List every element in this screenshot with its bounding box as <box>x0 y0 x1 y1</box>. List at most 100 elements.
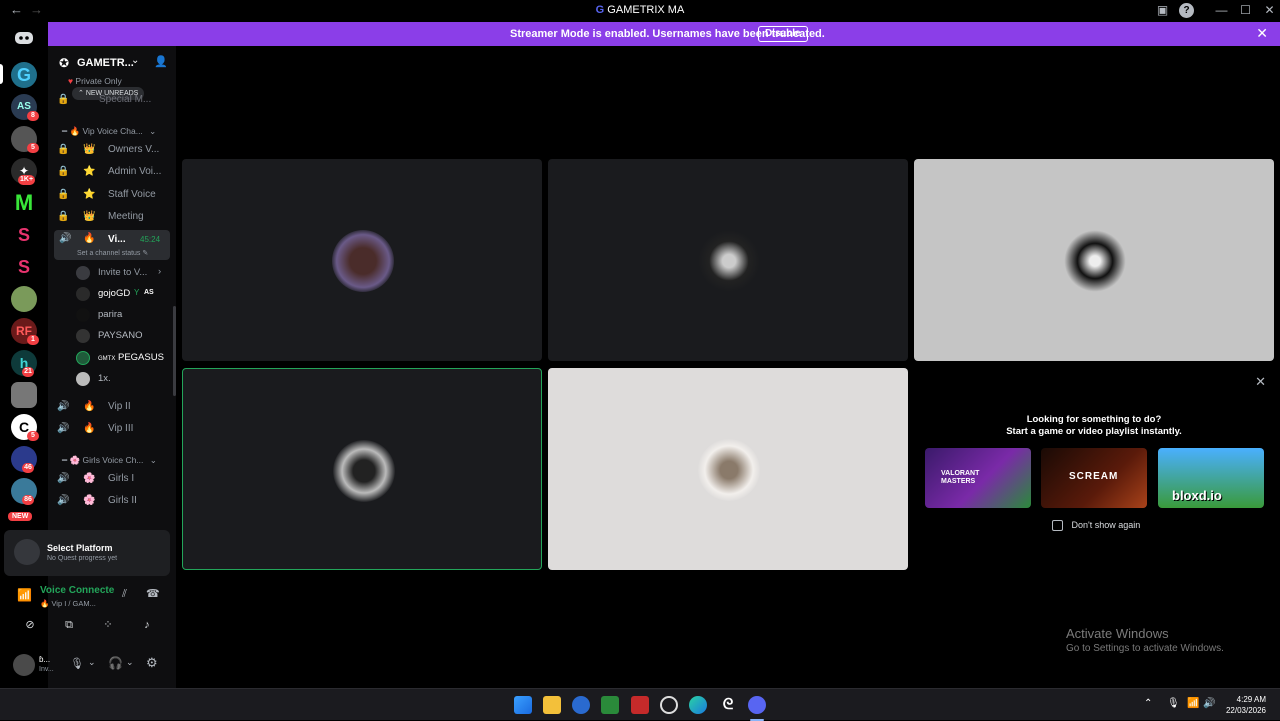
quest-title: Select Platform <box>47 543 113 553</box>
channel-staff-voice[interactable]: 🔒 ⭐ Staff Voice <box>57 185 174 205</box>
browser-globe-icon[interactable] <box>572 696 590 714</box>
noise-suppression-icon[interactable]: ⫽ <box>122 588 127 601</box>
server-s-icon[interactable]: S <box>11 222 37 248</box>
participant-avatar <box>698 439 760 501</box>
channel-vip-iii[interactable]: 🔊 🔥 Vip III <box>57 419 174 439</box>
edge-icon[interactable] <box>689 696 707 714</box>
channel-vip-active[interactable]: 🔊 🔥 Vi... 45:24 Set a channel status ✎ <box>54 230 170 260</box>
server-gametrix-icon[interactable]: G <box>11 62 37 88</box>
channel-girls-ii[interactable]: 🔊 🌸 Girls II <box>57 491 174 511</box>
flower-icon: 🌸 <box>69 455 81 465</box>
help-icon[interactable]: ? <box>1179 3 1194 18</box>
voice-member[interactable]: gojoGD Y AS <box>76 284 172 304</box>
voice-status[interactable]: Voice Connecte <box>40 585 114 596</box>
channel-special[interactable]: 🔒 Special M... <box>57 90 174 110</box>
openai-icon[interactable] <box>660 696 678 714</box>
voice-member[interactable]: parira <box>76 305 172 325</box>
maximize-icon[interactable]: ☐ <box>1238 3 1253 18</box>
channel-owners-voice[interactable]: 🔒 👑 Owners V... <box>57 140 174 160</box>
minimize-icon[interactable]: — <box>1214 3 1229 18</box>
voice-member[interactable]: 1x. <box>76 369 172 389</box>
channel-label: Girls II <box>108 495 137 506</box>
add-member-icon[interactable]: 👤 <box>154 55 168 68</box>
channel-meeting[interactable]: 🔒 👑 Meeting <box>57 207 174 227</box>
soundboard-icon[interactable]: ♪ <box>129 615 165 635</box>
close-window-icon[interactable]: ✕ <box>1262 3 1277 18</box>
guild-header[interactable]: ✪ GAMETR... ⌄ 👤 <box>48 46 176 78</box>
channel-label: Staff Voice <box>108 189 156 200</box>
discord-home-icon[interactable] <box>11 25 37 51</box>
taskbar-clock[interactable]: 4:29 AM 22/03/2026 <box>1226 694 1266 716</box>
member-name: PAYSANO <box>98 330 143 341</box>
voice-member[interactable]: GMTX PEGASUS <box>76 348 172 368</box>
participant-avatar <box>333 440 395 502</box>
screen-share-icon[interactable]: ⧉ <box>51 615 87 635</box>
channel-girls-i[interactable]: 🔊 🌸 Girls I <box>57 469 174 489</box>
checkbox[interactable] <box>1052 520 1063 532</box>
collapse-icon: ━ <box>62 126 68 136</box>
participant-tile[interactable] <box>914 159 1274 361</box>
dont-show-again[interactable]: Don't show again <box>1052 520 1140 532</box>
voice-channel-info[interactable]: 🔥 Vip I / GAM... <box>40 599 96 608</box>
game-card-valorant[interactable]: VALORANT MASTERS <box>925 448 1031 508</box>
activities-icon[interactable]: ⁘ <box>90 615 126 635</box>
server-s2-icon[interactable]: S <box>11 254 37 280</box>
microphone-icon[interactable]: 🎙 <box>70 657 84 670</box>
voice-member[interactable]: PAYSANO <box>76 326 172 346</box>
clock-time: 4:29 AM <box>1236 695 1266 704</box>
participant-tile[interactable] <box>548 368 908 570</box>
nvidia-icon[interactable] <box>601 696 619 714</box>
quest-card[interactable]: Select Platform No Quest progress yet <box>4 530 170 576</box>
invite-to-voice[interactable]: Invite to V... › <box>76 263 172 283</box>
channel-emoji: 👑 <box>83 144 96 155</box>
channel-vip-ii[interactable]: 🔊 🔥 Vip II <box>57 397 174 417</box>
server-grey-icon[interactable] <box>11 382 37 408</box>
avatar <box>76 308 90 322</box>
category-girls-voice[interactable]: ━ 🌸 Girls Voice Ch... ⌄ <box>62 455 157 466</box>
category-private[interactable]: ♥ Private Only <box>68 76 122 86</box>
channel-label: Meeting <box>108 211 144 222</box>
game-name: SCREAM <box>1069 471 1119 482</box>
heart-icon: ♥ <box>68 76 74 86</box>
server-m-icon[interactable]: M <box>11 190 37 216</box>
flame-icon: 🔥 <box>40 599 50 608</box>
category-vip-voice[interactable]: ━ 🔥 Vip Voice Cha... ⌄ <box>62 126 156 137</box>
channel-admin-voice[interactable]: 🔒 ⭐ Admin Voi... <box>57 162 174 182</box>
disconnect-icon[interactable]: ☎ <box>146 587 160 600</box>
user-avatar[interactable] <box>13 654 35 676</box>
channel-status-hint[interactable]: Set a channel status ✎ <box>77 249 148 257</box>
activity-line1: Looking for something to do? <box>1026 414 1162 425</box>
amd-icon[interactable] <box>631 696 649 714</box>
camera-off-icon[interactable]: ⊘ <box>12 615 48 635</box>
inbox-icon[interactable]: ▣ <box>1155 3 1170 18</box>
game-card-bloxd[interactable]: bloxd.io <box>1158 448 1264 508</box>
speaker-icon: 🔊 <box>57 473 70 484</box>
sidebar-scrollbar[interactable] <box>173 306 176 396</box>
participant-tile[interactable] <box>548 159 908 361</box>
server-avatar-icon[interactable] <box>11 286 37 312</box>
pencil-icon: ✎ <box>142 250 149 257</box>
settings-gear-icon[interactable]: ⚙ <box>146 655 158 671</box>
server-badge: 46 <box>22 463 34 473</box>
file-explorer-icon[interactable] <box>543 696 561 714</box>
chevron-up-icon[interactable]: ⌃ <box>1144 698 1152 709</box>
participant-tile[interactable] <box>182 159 542 361</box>
microphone-tray-icon[interactable]: 🎙 <box>1167 698 1180 709</box>
active-server-pill <box>0 64 3 84</box>
chevron-down-icon[interactable]: ⌄ <box>126 657 134 668</box>
clock-date: 22/03/2026 <box>1225 706 1266 715</box>
close-banner-icon[interactable]: ✕ <box>1256 25 1268 42</box>
game-name: bloxd.io <box>1172 488 1222 503</box>
volume-icon[interactable]: 🔊 <box>1203 698 1215 709</box>
participant-tile-speaking[interactable] <box>182 368 542 570</box>
disable-button[interactable]: Disable <box>758 26 808 42</box>
chevron-down-icon[interactable]: ⌄ <box>88 657 96 668</box>
windows-start-icon[interactable] <box>514 696 532 714</box>
discord-taskbar-icon[interactable] <box>748 696 766 714</box>
wifi-icon[interactable]: 📶 <box>1187 698 1199 709</box>
avatar <box>76 351 90 365</box>
capcut-icon[interactable]: ᘓ <box>719 696 737 714</box>
game-card-scream[interactable]: SCREAM <box>1041 448 1147 508</box>
close-panel-icon[interactable]: ✕ <box>1255 374 1266 390</box>
headphones-icon[interactable]: 🎧 <box>108 656 123 670</box>
